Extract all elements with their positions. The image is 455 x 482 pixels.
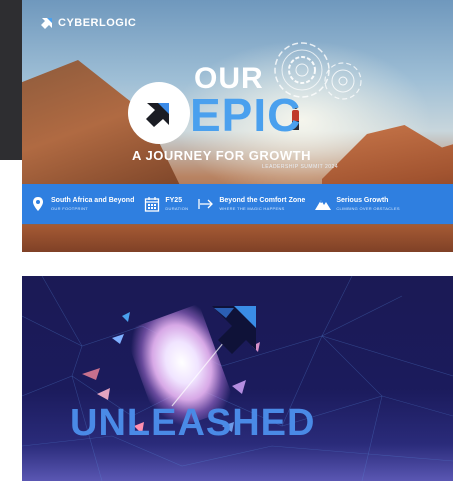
info-title: Beyond the Comfort Zone <box>219 197 306 204</box>
logo-arrow-icon <box>146 103 169 127</box>
info-sub: CLIMBING OVER OBSTACLES <box>336 206 400 211</box>
info-item-comfort-zone: Beyond the Comfort Zone WHERE THE MAGIC … <box>198 196 305 212</box>
info-title: FY25 <box>165 197 183 204</box>
info-sub: WHERE THE MAGIC HAPPENS <box>219 206 285 211</box>
banner-unleashed[interactable]: UNLEASHED <box>22 276 453 481</box>
info-bar: South Africa and Beyond OUR FOOTPRINT FY… <box>22 184 453 224</box>
banner-our-epic[interactable]: CYBERLOGIC OUR EPIC A JOURNEY FOR GROWTH… <box>22 0 453 252</box>
info-sub: DURATION <box>165 206 189 211</box>
brand-name: CYBERLOGIC <box>58 17 137 29</box>
info-item-footprint: South Africa and Beyond OUR FOOTPRINT <box>30 196 134 212</box>
info-item-duration: FY25 DURATION <box>144 196 188 212</box>
brand-arrow-icon <box>41 18 52 29</box>
info-title: Serious Growth <box>336 197 389 204</box>
info-title: South Africa and Beyond <box>51 197 135 204</box>
mountain-icon <box>315 200 332 210</box>
info-item-growth: Serious Growth CLIMBING OVER OBSTACLES <box>315 196 400 212</box>
info-sub: OUR FOOTPRINT <box>51 206 89 211</box>
sub-tagline: LEADERSHIP SUMMIT 2024 <box>262 164 339 170</box>
calendar-icon <box>145 197 160 212</box>
arrow-right-bar-icon <box>198 199 214 209</box>
arrow-logo-icon <box>212 306 256 354</box>
tagline: A JOURNEY FOR GROWTH <box>132 148 312 163</box>
location-pin-icon <box>33 197 43 211</box>
unleashed-title: UNLEASHED <box>70 402 316 444</box>
headline-epic: EPIC <box>190 89 302 141</box>
rock-bottom <box>22 225 453 252</box>
brand-logo: CYBERLOGIC <box>40 16 136 30</box>
hud-circle-small-icon <box>324 62 362 100</box>
logo-badge <box>128 82 190 144</box>
